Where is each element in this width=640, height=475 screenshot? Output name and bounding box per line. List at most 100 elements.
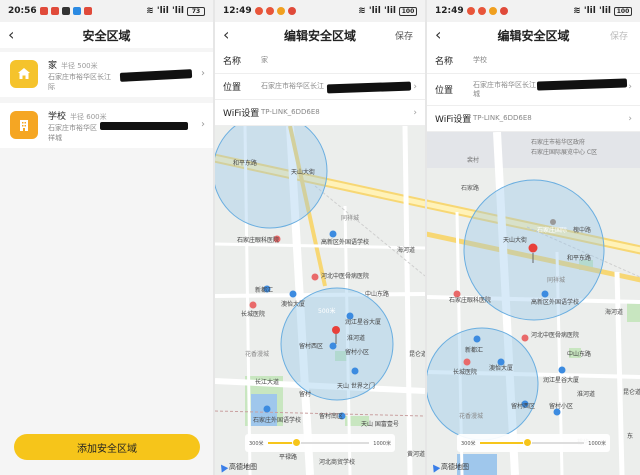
name-field[interactable]: 学校 bbox=[473, 56, 487, 65]
location-value: 石家庄市裕华区长江 bbox=[261, 82, 324, 90]
wifi-value: TP-LINK_6DD6E8 bbox=[261, 108, 320, 116]
slider-max-label: 1000米 bbox=[588, 440, 606, 447]
navigation-arrow-icon bbox=[429, 461, 441, 473]
map-label: 长城医院 bbox=[241, 310, 265, 318]
chevron-right-icon: › bbox=[413, 108, 417, 118]
radius-slider[interactable]: 300米 1000米 bbox=[245, 434, 395, 452]
map-label: 澳怡大厦 bbox=[281, 300, 305, 308]
battery-icon: 100 bbox=[614, 6, 632, 16]
zone-radius: 半径 500米 bbox=[61, 62, 98, 70]
battery-icon: 73 bbox=[187, 6, 205, 16]
map-label: 石家庄眼科医院 bbox=[449, 296, 491, 304]
slider-track[interactable] bbox=[267, 438, 370, 447]
nav-bar: ‹ 编辑安全区域 保存 bbox=[215, 22, 425, 48]
wifi-row[interactable]: WiFi设置 TP-LINK_6DD6E8 › bbox=[427, 106, 640, 132]
map-label: 河北中医骨病医院 bbox=[321, 272, 369, 280]
map-label: 天山 国富壹号 bbox=[361, 420, 399, 428]
signal-icon: 'lil 'lil bbox=[156, 6, 184, 16]
map-label: 留村小区 bbox=[345, 348, 369, 356]
chevron-right-icon: › bbox=[628, 82, 632, 92]
back-arrow-icon[interactable]: ‹ bbox=[435, 25, 441, 44]
save-button[interactable]: 保存 bbox=[610, 29, 628, 42]
app-notification-icon bbox=[39, 7, 48, 15]
map-label: 石家庄市裕华区政府 bbox=[531, 138, 585, 146]
location-row[interactable]: 位置 石家庄市裕华区长江城 › bbox=[427, 74, 640, 106]
app-notification-icon bbox=[254, 7, 263, 15]
status-bar: 20:56 ≋ 'lil 'lil 73 bbox=[0, 0, 213, 22]
back-arrow-icon[interactable]: ‹ bbox=[8, 25, 14, 44]
slider-track[interactable] bbox=[479, 438, 585, 447]
zone-name: 学校 半径 600米 bbox=[48, 112, 107, 122]
redaction-mark bbox=[100, 122, 188, 130]
map-label: 花香漫城 bbox=[245, 350, 269, 358]
slider-handle[interactable] bbox=[522, 438, 532, 447]
map-label: 新都汇 bbox=[255, 286, 273, 294]
zone-radius: 半径 600米 bbox=[70, 113, 107, 121]
map-label: 中山东路 bbox=[365, 290, 389, 298]
wifi-row[interactable]: WiFi设置 TP-LINK_6DD6E8 › bbox=[215, 100, 425, 126]
app-notification-icon bbox=[466, 7, 475, 15]
status-bar: 12:49 ≋ 'lil 'lil 100 bbox=[215, 0, 425, 22]
location-value: 石家庄市裕华区长江城 bbox=[473, 80, 536, 98]
map-label: 中山东路 bbox=[567, 350, 591, 358]
add-safe-zone-button[interactable]: 添加安全区域 bbox=[14, 434, 200, 460]
map-view[interactable]: 石家庄市裕华区政府 石家庄国际展览中心 C区 石家路 槐中路 石家庄国际 和平东… bbox=[427, 132, 640, 475]
redaction-mark bbox=[326, 81, 412, 94]
map-label: 留村西区 bbox=[299, 342, 323, 350]
map-view[interactable]: 和平东路 天山大街 石家庄眼科医院 高新区外国语学校 同祥城 海河道 河北中医骨… bbox=[215, 126, 425, 475]
app-notification-icon bbox=[276, 7, 285, 15]
map-label: 淮河道 bbox=[577, 390, 595, 398]
back-arrow-icon[interactable]: ‹ bbox=[223, 25, 229, 44]
map-label: 留村小区 bbox=[549, 402, 573, 410]
radius-slider[interactable]: 300米 1000米 bbox=[457, 434, 610, 452]
zone-radius-label: 500米 bbox=[318, 307, 335, 315]
name-label: 名称 bbox=[223, 57, 242, 67]
location-label: 位置 bbox=[223, 83, 242, 93]
edit-safe-zone-home-screen: 12:49 ≋ 'lil 'lil 100 ‹ 编辑安全区域 保存 名称 家 位… bbox=[215, 0, 425, 475]
save-button[interactable]: 保存 bbox=[395, 29, 413, 42]
slider-min-label: 300米 bbox=[249, 440, 264, 447]
app-notification-icon bbox=[499, 7, 508, 15]
map-label: 平禄路 bbox=[279, 453, 297, 461]
location-row[interactable]: 位置 石家庄市裕华区长江 › bbox=[215, 74, 425, 100]
map-label: 昆仑道 bbox=[623, 388, 640, 396]
map-label: 留村南区 bbox=[319, 412, 343, 420]
name-label: 名称 bbox=[435, 57, 454, 67]
status-time: 20:56 bbox=[8, 6, 37, 16]
slider-fill bbox=[479, 442, 527, 444]
map-label: 天山 世界之门 bbox=[337, 382, 375, 390]
name-field[interactable]: 家 bbox=[261, 56, 268, 65]
chevron-right-icon: › bbox=[628, 114, 632, 124]
zone-name: 家半径 500米 bbox=[48, 61, 98, 71]
safe-zone-item-home[interactable]: 家半径 500米 石家庄市裕华区长江际 › bbox=[0, 52, 213, 97]
slider-handle[interactable] bbox=[292, 438, 302, 447]
name-row[interactable]: 名称 学校 bbox=[427, 48, 640, 74]
map-label: 天山大街 bbox=[291, 168, 315, 176]
signal-icon: 'lil 'lil bbox=[583, 6, 611, 16]
redaction-mark bbox=[536, 78, 628, 91]
app-notification-icon bbox=[488, 7, 497, 15]
home-icon bbox=[10, 60, 38, 88]
app-notification-icon bbox=[72, 7, 81, 15]
safe-zone-item-school[interactable]: 学校 半径 600米 石家庄市裕华区 祥城 › bbox=[0, 103, 213, 148]
wifi-value: TP-LINK_6DD6E8 bbox=[473, 114, 532, 122]
location-label: 位置 bbox=[435, 86, 454, 96]
map-label: 和平东路 bbox=[233, 159, 257, 167]
nav-bar: ‹ 安全区域 bbox=[0, 22, 213, 48]
wifi-icon: ≋ bbox=[146, 6, 154, 16]
app-notification-icon bbox=[265, 7, 274, 15]
wifi-label: WiFi设置 bbox=[435, 115, 472, 125]
wifi-icon: ≋ bbox=[358, 6, 366, 16]
map-label: 长江大道 bbox=[255, 378, 279, 386]
map-label: 裴村 bbox=[467, 156, 479, 164]
map-label: 石家路 bbox=[461, 184, 479, 192]
map-logo: 高德地图 bbox=[217, 461, 257, 473]
map-label: 石家庄国际 bbox=[537, 226, 567, 234]
map-label: 石家庄国际展览中心 C区 bbox=[531, 148, 597, 156]
slider-min-label: 300米 bbox=[461, 440, 476, 447]
map-label: 石家庄眼科医院 bbox=[237, 236, 279, 244]
map-label: 长城医院 bbox=[453, 368, 477, 376]
map-label: 同祥城 bbox=[341, 214, 359, 222]
name-row[interactable]: 名称 家 bbox=[215, 48, 425, 74]
map-label: 和平东路 bbox=[567, 254, 591, 262]
